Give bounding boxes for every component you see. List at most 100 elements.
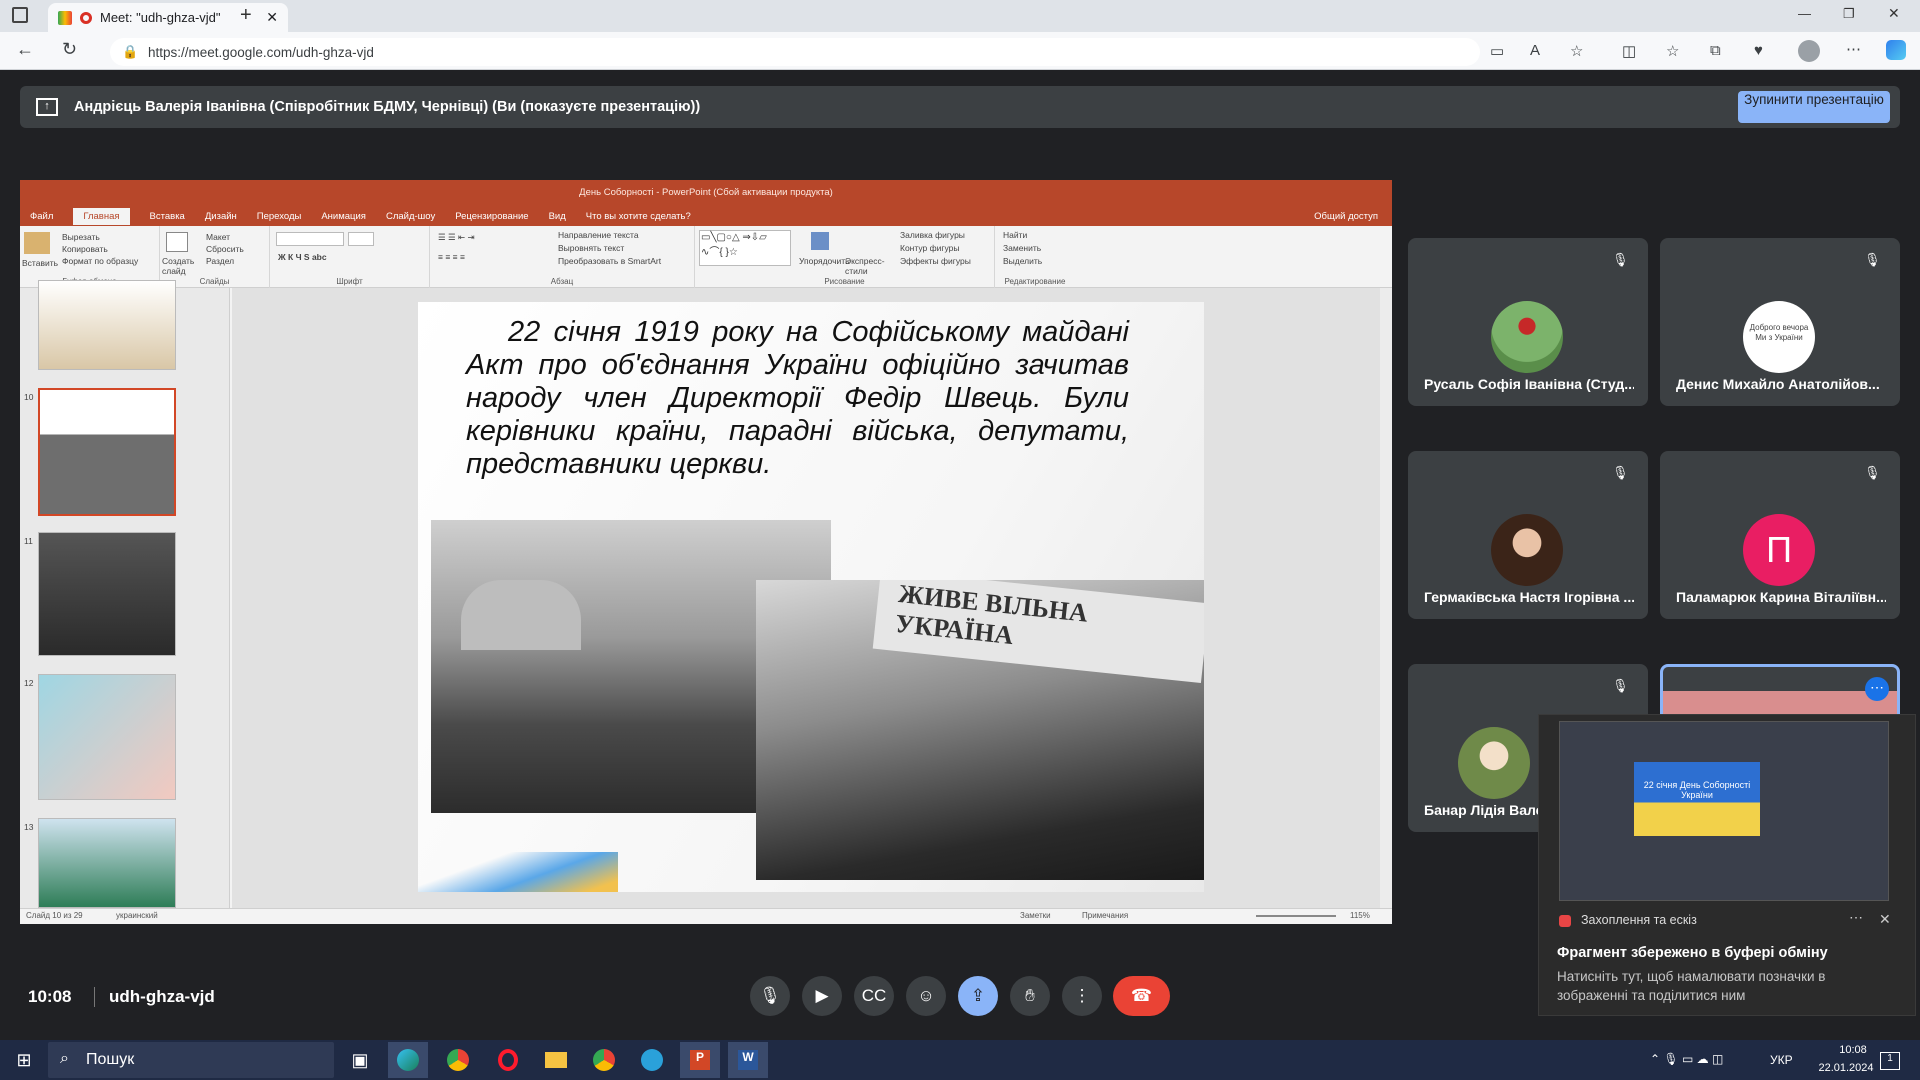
stop-presenting-button[interactable]: Зупинити презентацію xyxy=(1738,91,1890,123)
browser-tab[interactable]: Meet: "udh-ghza-vjd" ✕ xyxy=(48,3,288,32)
format-painter-button[interactable]: Формат по образцу xyxy=(62,256,138,266)
align-text-button[interactable]: Выровнять текст xyxy=(558,243,624,253)
start-button[interactable]: ⊞ xyxy=(4,1042,44,1078)
taskbar-date[interactable]: 22.01.2024 xyxy=(1806,1062,1886,1074)
align-icons[interactable]: ≡ ≡ ≡ ≡ xyxy=(438,252,465,262)
tab-actions-icon[interactable] xyxy=(12,7,28,23)
read-aloud-icon[interactable]: A xyxy=(1530,42,1540,59)
notification-center-icon[interactable]: 1 xyxy=(1880,1052,1900,1070)
address-bar[interactable]: 🔒 https://meet.google.com/udh-ghza-vjd ▭… xyxy=(110,38,1583,66)
quick-styles-label[interactable]: Экспресс-стили xyxy=(845,256,885,276)
section-button[interactable]: Раздел xyxy=(206,256,234,266)
close-tab-icon[interactable]: ✕ xyxy=(266,9,278,26)
favorite-icon[interactable]: ☆ xyxy=(1570,42,1583,60)
participant-tile[interactable]: 🎙︎ Гермаківська Настя Ігорівна ... xyxy=(1408,451,1648,619)
ppt-tell-me[interactable]: Что вы хотите сделать? xyxy=(586,211,691,222)
tray-icons[interactable]: ⌃ 🎙︎ ▭ ☁ ◫ xyxy=(1650,1052,1723,1066)
shape-effects-button[interactable]: Эффекты фигуры xyxy=(900,256,971,266)
new-slide-label[interactable]: Создать слайд xyxy=(162,256,200,276)
new-tab-icon[interactable]: + xyxy=(240,4,252,27)
bullets-icon[interactable]: ☰ ☰ ⇤ ⇥ xyxy=(438,232,475,243)
restore-icon[interactable]: ❐ xyxy=(1843,6,1855,22)
shapes-gallery[interactable]: ▭╲▢○△ ⇒⇩▱ ∿⌒{ }☆ xyxy=(699,230,791,266)
text-direction-button[interactable]: Направление текста xyxy=(558,230,639,240)
comments-button[interactable]: Примечания xyxy=(1082,911,1128,920)
task-view-button[interactable]: ▣ xyxy=(340,1042,380,1078)
paste-label[interactable]: Вставить xyxy=(22,258,58,268)
ppt-tab-animation[interactable]: Анимация xyxy=(321,211,366,222)
notification-more-icon[interactable]: ⋯ xyxy=(1849,909,1863,926)
participant-tile[interactable]: 🎙︎ Доброго вечора Ми з України Денис Мих… xyxy=(1660,238,1900,406)
raise-hand-button[interactable]: ✋︎ xyxy=(1010,976,1050,1016)
participant-tile[interactable]: 🎙︎ Русаль Софія Іванівна (Студ... xyxy=(1408,238,1648,406)
slide-thumbnail-pane[interactable]: 10 11 12 13 xyxy=(20,280,230,908)
chrome-taskbar-button[interactable] xyxy=(438,1042,478,1078)
ppt-tab-file[interactable]: Файл xyxy=(30,211,53,222)
reactions-button[interactable]: ☺ xyxy=(906,976,946,1016)
ppt-tab-transitions[interactable]: Переходы xyxy=(257,211,302,222)
ppt-tab-design[interactable]: Дизайн xyxy=(205,211,237,222)
word-taskbar-button[interactable]: W xyxy=(728,1042,768,1078)
opera-taskbar-button[interactable] xyxy=(488,1042,528,1078)
ppt-tab-home[interactable]: Главная xyxy=(73,207,130,225)
reload-icon[interactable]: ↻ xyxy=(62,39,77,60)
slide-thumbnail[interactable] xyxy=(38,674,176,800)
extensions-icon[interactable]: ♥ xyxy=(1754,42,1763,59)
paste-icon[interactable] xyxy=(24,232,50,254)
arrange-label[interactable]: Упорядочить xyxy=(799,256,850,266)
notes-button[interactable]: Заметки xyxy=(1020,911,1051,920)
font-size-field[interactable] xyxy=(348,232,374,246)
taskbar-search[interactable]: ⌕ Пошук xyxy=(48,1042,334,1078)
back-icon[interactable]: ← xyxy=(16,39,34,60)
profile-avatar[interactable] xyxy=(1798,40,1820,62)
microphone-button[interactable]: 🎙︎ xyxy=(750,976,790,1016)
slide-thumbnail[interactable] xyxy=(38,532,176,656)
powerpoint-taskbar-button[interactable]: P xyxy=(680,1042,720,1078)
slide-thumbnail[interactable] xyxy=(38,280,176,370)
layout-button[interactable]: Макет xyxy=(206,232,230,242)
captions-button[interactable]: CC xyxy=(854,976,894,1016)
collections-icon[interactable]: ⧉ xyxy=(1710,42,1721,59)
snipping-notification[interactable]: 22 січня День Соборності України Захопле… xyxy=(1538,714,1916,1016)
taskbar-time[interactable]: 10:08 xyxy=(1818,1044,1888,1056)
shape-fill-button[interactable]: Заливка фигуры xyxy=(900,230,965,240)
camera-button[interactable]: ▶ xyxy=(802,976,842,1016)
find-button[interactable]: Найти xyxy=(1003,230,1027,240)
copy-button[interactable]: Копировать xyxy=(62,244,108,254)
language-indicator[interactable]: УКР xyxy=(1770,1053,1793,1067)
end-call-button[interactable]: ☎ xyxy=(1113,976,1170,1016)
present-button[interactable]: ⇪ xyxy=(958,976,998,1016)
more-menu-icon[interactable]: ⋯ xyxy=(1846,40,1861,58)
slide-thumbnail-selected[interactable] xyxy=(38,388,176,516)
ppt-tab-review[interactable]: Рецензирование xyxy=(455,211,528,222)
arrange-icon[interactable] xyxy=(811,232,829,250)
ppt-tab-view[interactable]: Вид xyxy=(549,211,566,222)
smartart-button[interactable]: Преобразовать в SmartArt xyxy=(558,256,661,266)
zoom-slider[interactable] xyxy=(1256,915,1336,917)
copilot-icon[interactable] xyxy=(1886,40,1906,60)
site-info-icon[interactable]: 🔒 xyxy=(122,44,138,60)
bold-icon[interactable]: Ж К Ч S abc xyxy=(278,252,327,262)
explorer-taskbar-button[interactable] xyxy=(536,1042,576,1078)
participant-tile[interactable]: 🎙︎ П Паламарюк Карина Віталіївн... xyxy=(1660,451,1900,619)
close-window-icon[interactable]: ✕ xyxy=(1888,5,1900,22)
replace-button[interactable]: Заменить xyxy=(1003,243,1041,253)
new-slide-icon[interactable] xyxy=(166,232,188,252)
edge-taskbar-button[interactable] xyxy=(388,1042,428,1078)
ppt-tab-insert[interactable]: Вставка xyxy=(150,211,185,222)
favorites-icon[interactable]: ☆ xyxy=(1666,42,1679,60)
font-name-field[interactable] xyxy=(276,232,344,246)
reset-button[interactable]: Сбросить xyxy=(206,244,244,254)
minimize-icon[interactable]: — xyxy=(1798,6,1811,21)
slide-thumbnail[interactable] xyxy=(38,818,176,908)
select-button[interactable]: Выделить xyxy=(1003,256,1042,266)
camera-icon[interactable]: ▭ xyxy=(1490,42,1504,60)
more-options-button[interactable]: ⋮ xyxy=(1062,976,1102,1016)
notification-close-icon[interactable]: ✕ xyxy=(1879,911,1891,928)
shape-outline-button[interactable]: Контур фигуры xyxy=(900,243,959,253)
ppt-tab-slideshow[interactable]: Слайд-шоу xyxy=(386,211,435,222)
ppt-share-button[interactable]: Общий доступ xyxy=(1314,211,1378,222)
telegram-taskbar-button[interactable] xyxy=(632,1042,672,1078)
vertical-scrollbar[interactable] xyxy=(1380,288,1392,908)
split-screen-icon[interactable]: ◫ xyxy=(1622,42,1636,60)
